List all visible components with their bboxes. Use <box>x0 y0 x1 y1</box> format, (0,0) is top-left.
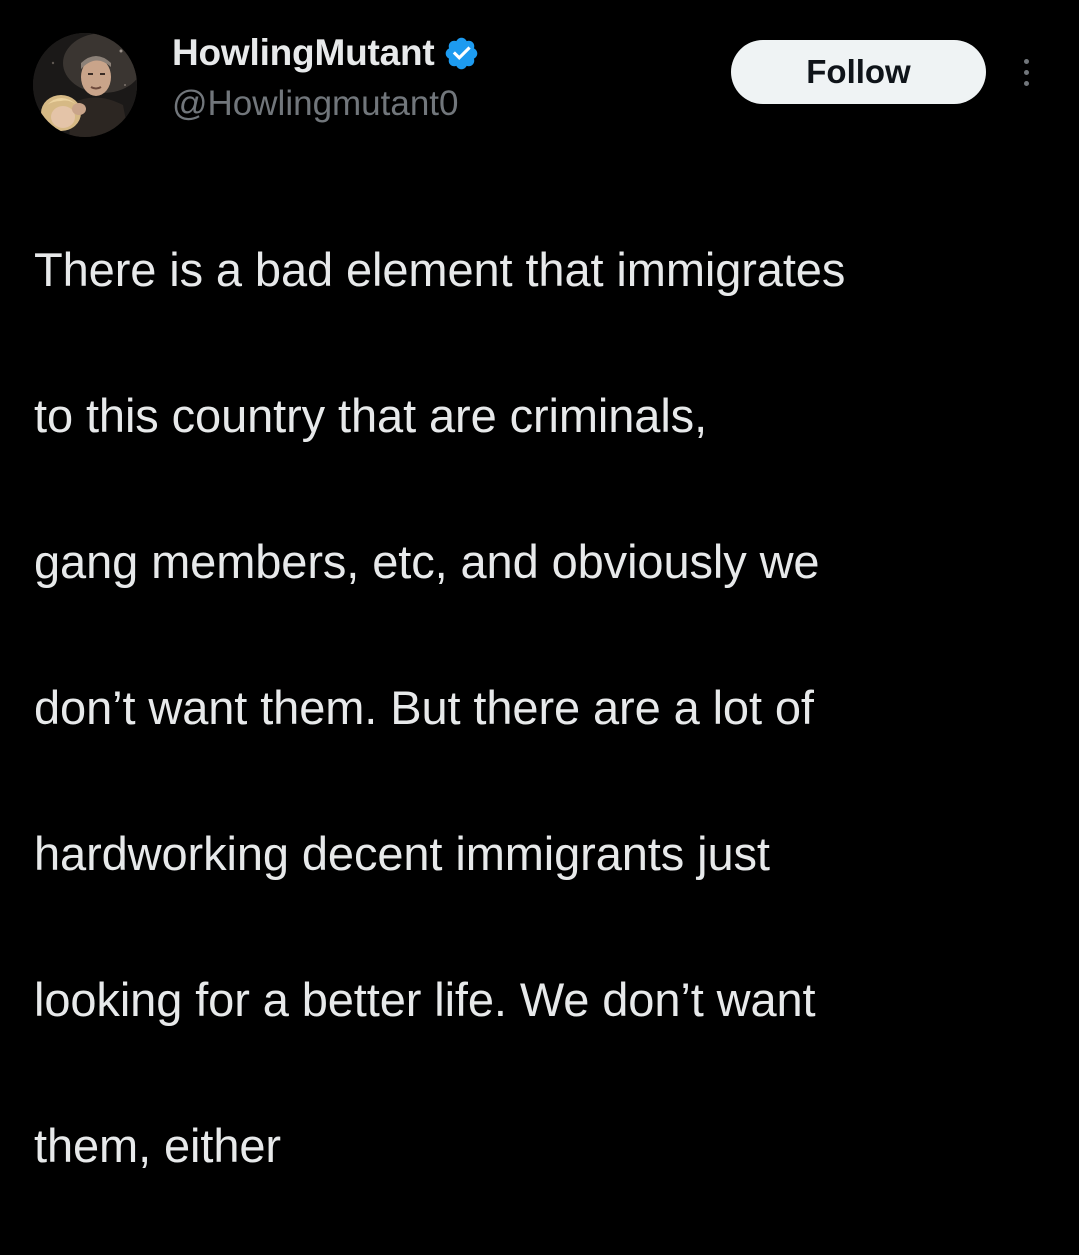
more-dot <box>1023 80 1029 86</box>
author-handle[interactable]: @Howlingmutant0 <box>172 84 459 124</box>
tweet-text-line: looking for a better life. We don’t want <box>34 973 816 1026</box>
tweet-card: HowlingMutant @Howlingmutant0 Follow The… <box>0 0 1079 1172</box>
more-options-icon[interactable] <box>1008 52 1044 92</box>
follow-button[interactable]: Follow <box>731 40 986 104</box>
author-display-name[interactable]: HowlingMutant <box>172 32 435 74</box>
author-avatar[interactable] <box>33 33 137 137</box>
tweet-text-line: gang members, etc, and obviously we <box>34 535 820 588</box>
tweet-text-line: hardworking decent immigrants just <box>34 827 770 880</box>
tweet-text-line: to this country that are criminals, <box>34 389 708 442</box>
tweet-text-line: don’t want them. But there are a lot of <box>34 681 814 734</box>
tweet-text-line: them, either <box>34 1119 281 1172</box>
tweet-text: There is a bad element that immigrates t… <box>34 160 1034 1255</box>
more-dot <box>1023 69 1029 75</box>
verified-badge-icon[interactable] <box>443 35 480 72</box>
avatar-photo-icon <box>33 33 137 137</box>
author-name-row: HowlingMutant <box>172 31 480 75</box>
more-dot <box>1023 58 1029 64</box>
tweet-text-line: There is a bad element that immigrates <box>34 243 846 296</box>
